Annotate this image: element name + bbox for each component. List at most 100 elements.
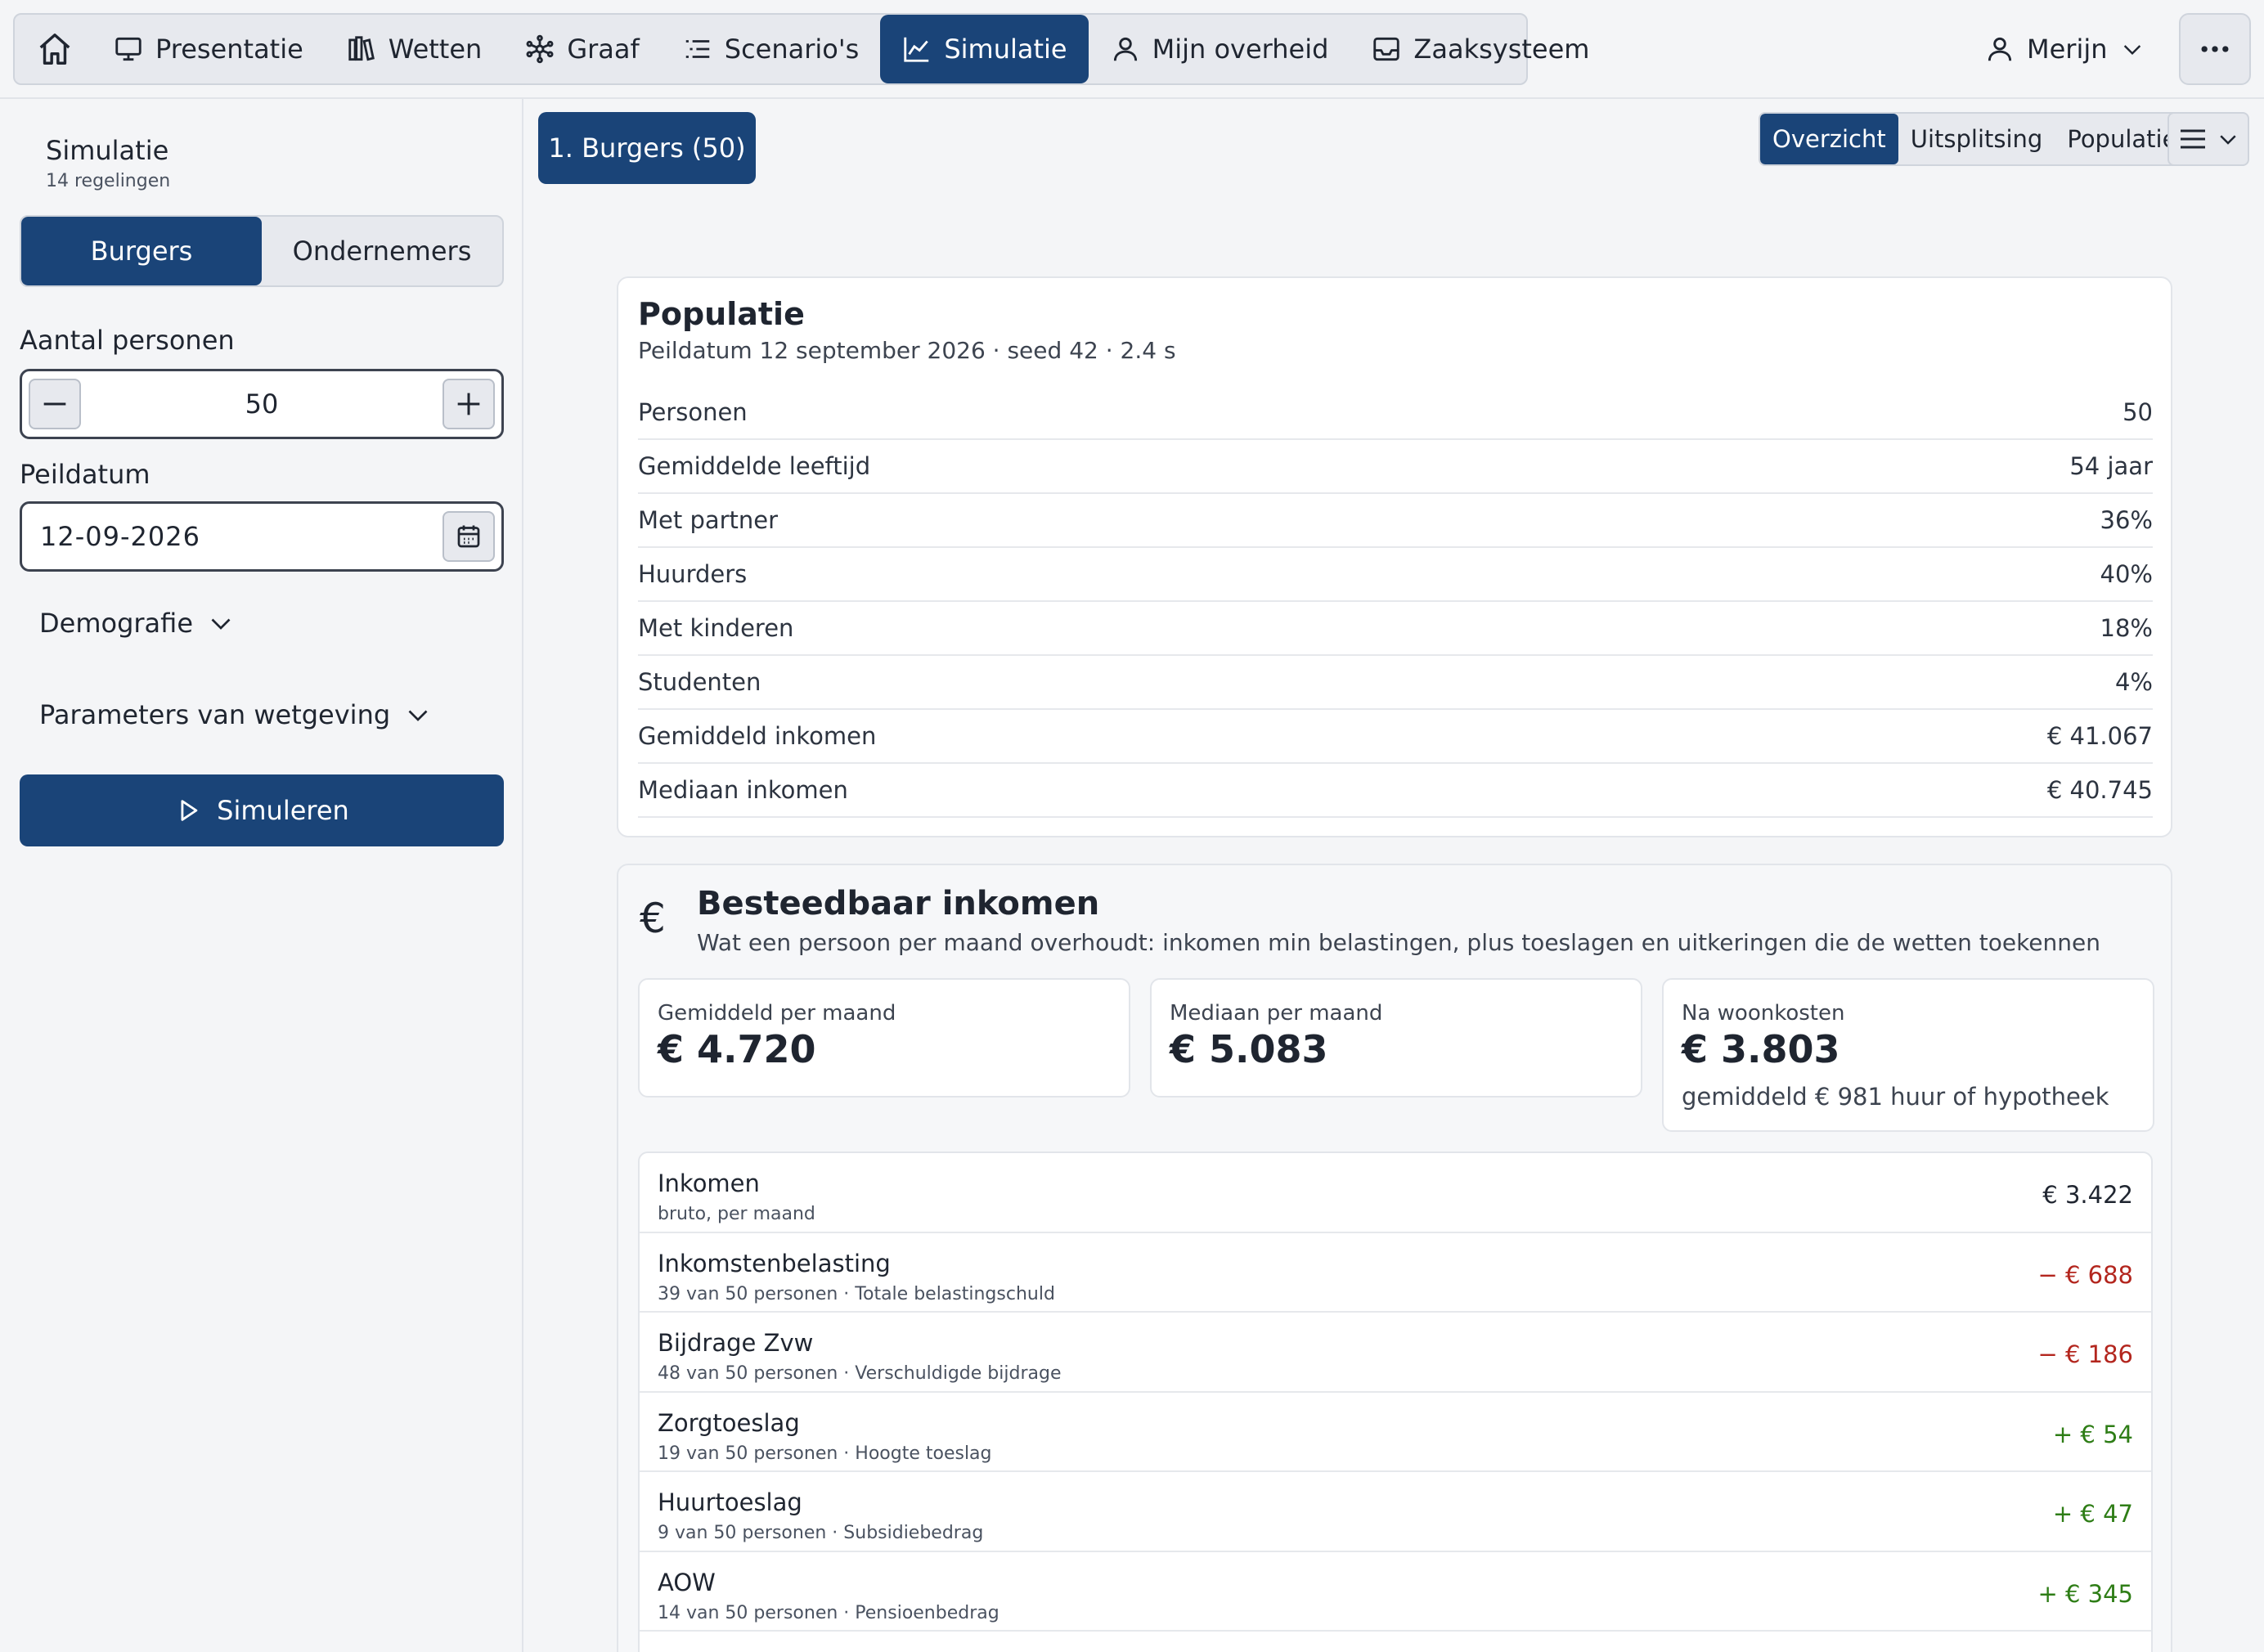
row-label: Mediaan inkomen — [638, 776, 848, 804]
chevron-down-icon — [2220, 135, 2236, 145]
row-amount: − € 186 — [2037, 1340, 2133, 1368]
sidebar-title: Simulatie — [46, 135, 169, 166]
breakdown-row: Zorgtoeslag 19 van 50 personen · Hoogte … — [640, 1393, 2151, 1472]
row-amount: − € 688 — [2037, 1260, 2133, 1289]
persons-label: Aantal personen — [20, 325, 235, 356]
list-icon — [685, 40, 709, 58]
plus-icon — [457, 393, 480, 415]
sidebar: Simulatie 14 regelingen Burgers Ondernem… — [0, 99, 523, 1652]
chevron-down-icon — [211, 618, 231, 630]
row-label: Personen — [638, 398, 748, 426]
nav-label: Simulatie — [944, 34, 1067, 65]
nav-label: Graaf — [567, 34, 640, 65]
increment-button[interactable] — [442, 379, 495, 429]
nav-item-simulatie[interactable]: Simulatie — [880, 15, 1089, 83]
stat-card-after-housing: Na woonkosten € 3.803 gemiddeld € 981 hu… — [1662, 978, 2154, 1132]
parameters-toggle[interactable]: Parameters van wetgeving — [39, 699, 433, 730]
date-input[interactable]: 12-09-2026 — [40, 504, 200, 569]
row-label: Gemiddelde leeftijd — [638, 452, 871, 480]
nav-item-graaf[interactable]: Graaf — [503, 15, 660, 83]
date-field[interactable]: 12-09-2026 — [20, 501, 504, 572]
row-amount: € 3.422 — [2042, 1181, 2133, 1209]
nav-label: Mijn overheid — [1152, 34, 1329, 65]
segment-ondernemers[interactable]: Ondernemers — [262, 217, 502, 285]
decrement-button[interactable] — [29, 379, 81, 429]
nav-label: Presentatie — [155, 34, 303, 65]
simulate-label: Simuleren — [217, 795, 349, 826]
breakdown-row: Inkomen bruto, per maand € 3.422 — [640, 1153, 2151, 1233]
person-icon — [1988, 37, 2012, 61]
stat-card-median: Mediaan per maand € 5.083 — [1150, 978, 1642, 1098]
population-card: Populatie Peildatum 12 september 2026 · … — [617, 276, 2172, 837]
row-value: € 40.745 — [2046, 776, 2153, 804]
row-title: AOW — [658, 1568, 716, 1596]
nav-item-scenarios[interactable]: Scenario's — [661, 15, 881, 83]
population-row: Gemiddelde leeftijd 54 jaar — [638, 440, 2153, 494]
row-label: Met partner — [638, 506, 779, 534]
income-card: € Besteedbaar inkomen Wat een persoon pe… — [617, 864, 2172, 1652]
nav-label: Scenario's — [724, 34, 860, 65]
nav-home[interactable] — [18, 15, 92, 83]
view-uitsplitsing[interactable]: Uitsplitsing — [1898, 114, 2055, 164]
nav-label: Zaaksysteem — [1413, 34, 1590, 65]
row-subtitle: 39 van 50 personen · Totale belastingsch… — [658, 1283, 1055, 1304]
row-label: Gemiddeld inkomen — [638, 722, 877, 750]
income-breakdown: Inkomen bruto, per maand € 3.422 Inkomst… — [638, 1151, 2153, 1652]
nav-item-mijn-overheid[interactable]: Mijn overheid — [1089, 15, 1350, 83]
segment-burgers[interactable]: Burgers — [21, 217, 262, 285]
parameters-label: Parameters van wetgeving — [39, 699, 391, 730]
audience-toggle: Burgers Ondernemers — [20, 215, 504, 287]
calendar-button[interactable] — [442, 511, 495, 562]
stat-label: Na woonkosten — [1682, 1001, 1845, 1026]
demografie-toggle[interactable]: Demografie — [39, 608, 236, 639]
nav-item-zaaksysteem[interactable]: Zaaksysteem — [1350, 15, 1610, 83]
chart-icon — [904, 37, 929, 62]
graph-icon — [526, 34, 554, 64]
inbox-icon — [1373, 37, 1400, 61]
population-title: Populatie — [638, 296, 805, 332]
euro-icon: € — [640, 895, 666, 942]
row-value: 50 — [2122, 398, 2153, 426]
row-subtitle: 48 van 50 personen · Verschuldigde bijdr… — [658, 1363, 1062, 1384]
population-row: Huurders 40% — [638, 548, 2153, 602]
nav-label: Wetten — [388, 34, 483, 65]
population-row: Personen 50 — [638, 386, 2153, 440]
row-value: 4% — [2114, 668, 2153, 696]
run-tab[interactable]: 1. Burgers (50) — [538, 112, 756, 184]
nav-group: Presentatie Wetten Graaf Scenario's Simu… — [13, 13, 1589, 85]
row-value: 18% — [2100, 614, 2153, 642]
nav-item-wetten[interactable]: Wetten — [325, 15, 504, 83]
row-value: 36% — [2100, 506, 2153, 534]
minus-icon — [43, 402, 66, 406]
persons-stepper: 50 — [20, 369, 504, 439]
row-amount: + € 345 — [2037, 1579, 2133, 1608]
view-overzicht[interactable]: Overzicht — [1760, 114, 1898, 164]
population-rows: Personen 50 Gemiddelde leeftijd 54 jaar Me… — [638, 386, 2153, 818]
row-value: 54 jaar — [2069, 452, 2153, 480]
nav-item-presentatie[interactable]: Presentatie — [92, 15, 325, 83]
chevron-down-icon — [2123, 45, 2140, 56]
row-title: Zorgtoeslag — [658, 1408, 800, 1437]
user-name: Merijn — [2027, 34, 2108, 65]
row-amount: + € 54 — [2052, 1420, 2133, 1448]
person-icon — [1113, 37, 1137, 61]
hamburger-icon — [2181, 129, 2205, 149]
user-menu[interactable]: Merijn — [1968, 13, 2162, 85]
row-subtitle: 9 van 50 personen · Subsidiebedrag — [658, 1523, 984, 1543]
breakdown-row: Bijdrage Zvw 48 van 50 personen · Versch… — [640, 1313, 2151, 1393]
more-button[interactable] — [2179, 13, 2251, 85]
stat-label: Gemiddeld per maand — [658, 1001, 896, 1026]
books-icon — [348, 36, 375, 61]
population-row: Met kinderen 18% — [638, 602, 2153, 656]
view-menu-button[interactable] — [2167, 112, 2249, 166]
row-title: Inkomen — [658, 1169, 760, 1197]
population-subtitle: Peildatum 12 september 2026 · seed 42 · … — [638, 337, 1176, 364]
stat-value: € 4.720 — [658, 1027, 816, 1071]
date-label: Peildatum — [20, 459, 150, 490]
stat-label: Mediaan per maand — [1170, 1001, 1383, 1026]
row-value: € 41.067 — [2046, 722, 2153, 750]
stat-card-average: Gemiddeld per maand € 4.720 — [638, 978, 1130, 1098]
persons-input[interactable]: 50 — [88, 371, 436, 437]
simulate-button[interactable]: Simuleren — [20, 774, 504, 846]
population-row: Gemiddeld inkomen € 41.067 — [638, 710, 2153, 764]
